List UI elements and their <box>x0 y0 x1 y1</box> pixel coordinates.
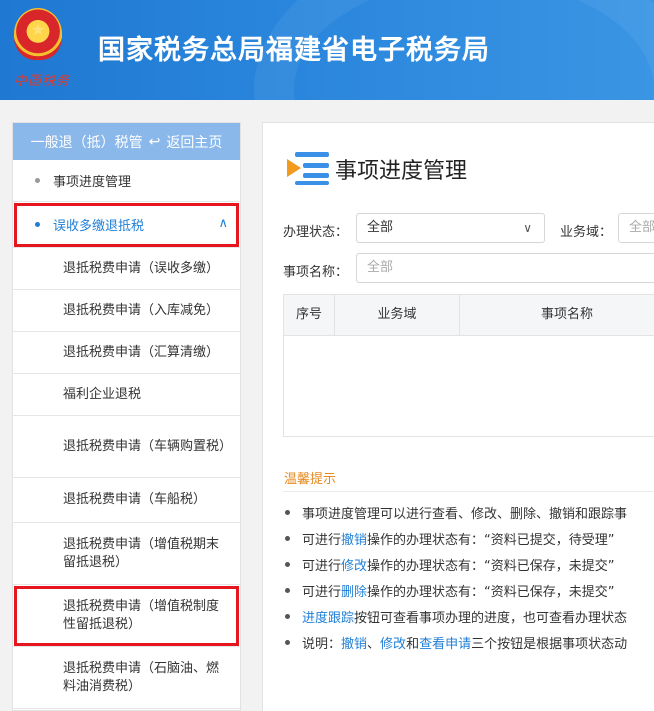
domain-select-placeholder: 全部 <box>629 220 654 235</box>
progress-table: 序号 业务域 事项名称 <box>283 294 654 437</box>
tip-link[interactable]: 修改 <box>380 637 406 652</box>
back-arrow-icon[interactable]: ↩ <box>149 134 161 150</box>
sidebar-subitem[interactable]: 退抵税费申请（石脑油、燃料油消费税） <box>13 647 240 709</box>
tip-link[interactable]: 查看申请 <box>419 637 471 652</box>
bullet-icon <box>285 640 290 645</box>
name-input-placeholder: 全部 <box>367 260 394 275</box>
site-header: ★ 中国税务 国家税务总局福建省电子税务局 <box>0 0 654 100</box>
sidebar-subitem-label: 退抵税费申请（石脑油、燃料油消费税） <box>63 660 220 694</box>
tip-item: 事项进度管理可以进行查看、修改、删除、撤销和跟踪事 <box>285 506 627 524</box>
tip-text: 事项进度管理可以进行查看、修改、删除、撤销和跟踪事 <box>302 507 628 522</box>
domain-select[interactable]: 全部 <box>618 213 654 243</box>
tip-text: 说明： <box>302 637 342 652</box>
tip-item: 进度跟踪按钮可查看事项办理的进度，也可查看办理状态 <box>285 610 627 628</box>
status-label: 办理状态： <box>283 225 349 240</box>
sidebar: 一般退（抵）税管 ↩ 返回主页 事项进度管理 误收多缴退抵税 ∧ 退抵税费申请（… <box>12 122 241 711</box>
tip-text: 可进行 <box>302 533 342 548</box>
sidebar-subitem-label: 退抵税费申请（增值税制度性留抵退税） <box>63 598 220 632</box>
sidebar-subitem[interactable]: 福利企业退税 <box>13 374 240 416</box>
tip-link[interactable]: 撤销 <box>341 533 367 548</box>
bullet-icon <box>35 178 40 183</box>
chevron-up-icon[interactable]: ∧ <box>218 216 228 231</box>
column-header: 业务域 <box>335 295 460 335</box>
bullet-icon <box>35 222 40 227</box>
sidebar-subitem[interactable]: 退抵税费申请（增值税期末留抵退税） <box>13 523 240 585</box>
sidebar-subitem-label: 退抵税费申请（误收多缴） <box>63 260 220 276</box>
column-header: 事项名称 <box>460 295 654 335</box>
tax-emblem-icon: ★ <box>14 8 62 60</box>
tip-item: 说明：撤销、修改和查看申请三个按钮是根据事项状态动 <box>285 636 627 654</box>
status-select-value: 全部 <box>367 220 394 235</box>
seal-logo-text: 中国税务 <box>14 74 71 89</box>
tip-link[interactable]: 删除 <box>341 585 367 600</box>
sidebar-subitem-label: 退抵税费申请（汇算清缴） <box>63 344 220 360</box>
table-header: 序号 业务域 事项名称 <box>284 295 654 336</box>
domain-label: 业务域： <box>560 225 613 240</box>
sidebar-item-progress[interactable]: 事项进度管理 <box>13 160 240 202</box>
tip-text: 可进行 <box>302 559 342 574</box>
tip-text: 操作的办理状态有：“资料已保存，未提交” <box>367 585 615 600</box>
tip-link[interactable]: 修改 <box>341 559 367 574</box>
sidebar-subitem[interactable]: 退抵税费申请（汇算清缴） <box>13 332 240 374</box>
divider <box>283 491 654 492</box>
tip-item: 可进行修改操作的办理状态有：“资料已保存，未提交” <box>285 558 615 576</box>
back-home-link[interactable]: 返回主页 <box>166 132 222 152</box>
bullet-icon <box>285 536 290 541</box>
sidebar-subitem[interactable]: 退抵税费申请（车辆购置税） <box>13 416 240 478</box>
name-input[interactable]: 全部 <box>356 253 654 283</box>
sidebar-item-label: 误收多缴退抵税 <box>53 219 145 234</box>
tip-text: 可进行 <box>302 585 342 600</box>
tip-link[interactable]: 撤销 <box>341 637 367 652</box>
sidebar-subitem-label: 退抵税费申请（车船税） <box>63 492 207 507</box>
sidebar-subitem[interactable]: 退抵税费申请（入库减免） <box>13 290 240 332</box>
column-header: 序号 <box>284 295 335 335</box>
sidebar-subitem-label: 退抵税费申请（增值税期末留抵退税） <box>63 536 220 570</box>
bullet-icon <box>285 510 290 515</box>
sidebar-subitem-label: 福利企业退税 <box>63 386 142 402</box>
tips-title: 温馨提示 <box>284 472 337 487</box>
sidebar-item-label: 事项进度管理 <box>53 175 132 190</box>
tip-item: 可进行删除操作的办理状态有：“资料已保存，未提交” <box>285 584 615 602</box>
tip-text: 和 <box>406 637 420 652</box>
status-select[interactable]: 全部 ∨ <box>356 213 545 243</box>
site-title: 国家税务总局福建省电子税务局 <box>98 35 490 66</box>
sidebar-subitem-label: 退抵税费申请（车辆购置税） <box>63 438 233 454</box>
main-panel: 事项进度管理 办理状态： 全部 ∨ 业务域： 全部 事项名称： 全部 序号 业务… <box>262 122 654 711</box>
bullet-icon <box>285 614 290 619</box>
tip-text: 按钮可查看事项办理的进度，也可查看办理状态 <box>354 611 628 626</box>
bullet-icon <box>285 588 290 593</box>
tip-text: 操作的办理状态有：“资料已提交，待受理” <box>367 533 615 548</box>
tip-item: 可进行撤销操作的办理状态有：“资料已提交，待受理” <box>285 532 615 550</box>
sidebar-subitem-label: 退抵税费申请（入库减免） <box>63 302 220 318</box>
tip-link[interactable]: 进度跟踪 <box>302 611 354 626</box>
page-title: 事项进度管理 <box>335 159 468 184</box>
sidebar-subitem[interactable]: 退抵税费申请（车船税） <box>13 478 240 523</box>
sidebar-header: 一般退（抵）税管 ↩ 返回主页 <box>13 123 240 160</box>
sidebar-item-refund[interactable]: 误收多缴退抵税 ∧ <box>13 202 240 248</box>
tip-text: 、 <box>367 637 381 652</box>
list-play-icon <box>287 152 329 185</box>
sidebar-section-title: 一般退（抵）税管 <box>30 134 143 151</box>
tip-text: 操作的办理状态有：“资料已保存，未提交” <box>367 559 615 574</box>
name-label: 事项名称： <box>283 265 349 280</box>
chevron-down-icon: ∨ <box>523 221 532 235</box>
sidebar-subitem[interactable]: 退抵税费申请（增值税制度性留抵退税） <box>13 585 240 647</box>
bullet-icon <box>285 562 290 567</box>
tip-text: 三个按钮是根据事项状态动 <box>471 637 628 652</box>
sidebar-subitem[interactable]: 退抵税费申请（误收多缴） <box>13 248 240 290</box>
